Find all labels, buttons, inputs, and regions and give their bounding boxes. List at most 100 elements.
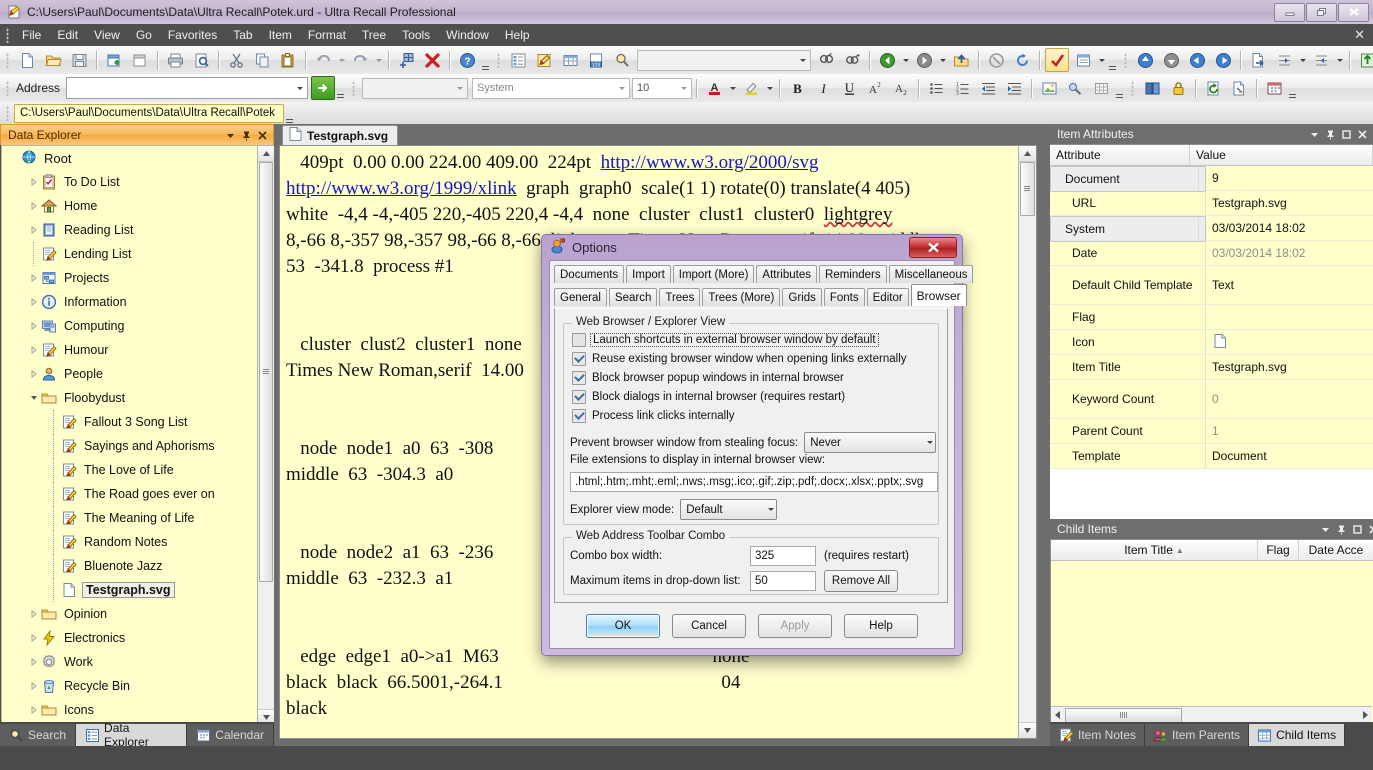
toolbar-overflow-1[interactable] <box>480 48 491 73</box>
menu-tools[interactable]: Tools <box>394 25 438 45</box>
attribute-row[interactable]: Icon <box>1050 330 1373 355</box>
copy-icon[interactable] <box>250 48 274 72</box>
delete-icon[interactable] <box>420 48 444 72</box>
toolbar-grip-2[interactable] <box>495 52 502 68</box>
save-icon[interactable] <box>67 48 91 72</box>
tree-scrollbar[interactable] <box>257 145 275 726</box>
expander-collapsed-icon[interactable] <box>28 338 40 362</box>
expander-collapsed-icon[interactable] <box>28 290 40 314</box>
options-tab-documents[interactable]: Documents <box>554 265 625 283</box>
expander-collapsed-icon[interactable] <box>28 650 40 674</box>
pin-icon[interactable] <box>1323 127 1337 141</box>
child-items-hscrollbar[interactable] <box>1051 706 1372 723</box>
item-attributes-grid[interactable]: Attribute Value DocumentDocType9URLTestg… <box>1050 144 1373 520</box>
insert-item-icon[interactable] <box>394 48 418 72</box>
attribute-row[interactable]: Item Title Testgraph.svg <box>1050 355 1373 380</box>
increase-indent-icon[interactable] <box>1002 76 1026 100</box>
options-tab-trees[interactable]: Trees <box>659 288 701 306</box>
attribute-value[interactable] <box>1206 330 1373 354</box>
forward-icon[interactable] <box>912 48 936 72</box>
close-icon[interactable] <box>1366 522 1373 536</box>
tree-item-to-do-list[interactable]: To Do List <box>2 170 258 194</box>
column-date-accessed[interactable]: Date Acce <box>1299 540 1373 560</box>
attribute-value[interactable]: 03/03/2014 18:02 <box>1206 241 1373 265</box>
column-value[interactable]: Value <box>1190 145 1373 165</box>
expander-collapsed-icon[interactable] <box>28 314 40 338</box>
date-view-icon[interactable]: 123 <box>584 48 608 72</box>
help-icon[interactable]: ? <box>455 48 479 72</box>
tree-item-the-meaning-of-life[interactable]: The Meaning of Life <box>2 506 258 530</box>
attribute-value[interactable]: Testgraph.svg <box>1206 191 1373 215</box>
attribute-row[interactable]: Keyword Count 0 <box>1050 380 1373 419</box>
editor-view-icon[interactable] <box>532 48 556 72</box>
sync-icon[interactable] <box>1201 76 1225 100</box>
tab-item-parents[interactable]: Item Parents <box>1145 724 1250 746</box>
expander-expanded-icon[interactable] <box>28 386 40 410</box>
decrease-indent-icon[interactable] <box>976 76 1000 100</box>
format-grip[interactable] <box>350 80 358 96</box>
go-button[interactable] <box>311 76 336 100</box>
attribute-row[interactable]: Date 03/03/2014 18:02 <box>1050 241 1373 266</box>
tab-search[interactable]: Search <box>0 724 77 746</box>
expander-collapsed-icon[interactable] <box>28 170 40 194</box>
chevron-down-icon[interactable] <box>1318 522 1332 536</box>
combo-width-input[interactable]: 325 <box>750 546 816 566</box>
menu-grip[interactable] <box>4 27 11 43</box>
menu-view[interactable]: View <box>86 25 128 45</box>
tree-item-computing[interactable]: Computing <box>2 314 258 338</box>
options-tab-browser[interactable]: Browser <box>910 284 967 306</box>
column-item-title[interactable]: Item Title ▲ <box>1051 540 1258 560</box>
stop-icon[interactable] <box>984 48 1008 72</box>
forward-dropdown[interactable] <box>937 49 948 71</box>
address-grip[interactable] <box>4 80 11 96</box>
undo-icon[interactable] <box>311 48 335 72</box>
cancel-button[interactable]: Cancel <box>672 614 746 638</box>
attribute-value[interactable] <box>1199 167 1205 191</box>
options-tab-import[interactable]: Import <box>626 265 671 283</box>
tree-item-electronics[interactable]: Electronics <box>2 626 258 650</box>
options-tab-fonts[interactable]: Fonts <box>823 288 865 306</box>
search-toolbar-icon[interactable] <box>610 48 634 72</box>
options-tab-grids[interactable]: Grids <box>782 288 822 306</box>
move-up-icon[interactable] <box>1133 48 1157 72</box>
menu-item[interactable]: Item <box>261 25 300 45</box>
checkbox-row[interactable]: Process link clicks internally <box>572 406 932 425</box>
promote-icon[interactable] <box>1355 48 1373 72</box>
bullet-list-icon[interactable] <box>924 76 948 100</box>
breadcrumb-grip[interactable] <box>4 105 11 121</box>
tab-child-items[interactable]: Child Items <box>1249 724 1346 746</box>
options-tab-import-more[interactable]: Import (More) <box>672 265 755 283</box>
menu-favorites[interactable]: Favorites <box>160 25 225 45</box>
doc-scroll-thumb[interactable] <box>1020 162 1035 216</box>
duplicate-item-icon[interactable] <box>128 48 152 72</box>
tab-data-explorer[interactable]: Data Explorer <box>76 721 188 749</box>
tree-item-icons[interactable]: Icons <box>2 698 258 722</box>
hscroll-left-icon[interactable] <box>1051 708 1065 722</box>
indent-dropdown[interactable] <box>1297 49 1308 71</box>
expander-collapsed-icon[interactable] <box>28 266 40 290</box>
expander-collapsed-icon[interactable] <box>28 626 40 650</box>
menu-window[interactable]: Window <box>438 25 497 45</box>
move-down-icon[interactable] <box>1159 48 1183 72</box>
checkbox-checked-icon[interactable] <box>572 351 586 366</box>
options-tab-reminders[interactable]: Reminders <box>819 265 887 283</box>
chevron-down-icon[interactable] <box>1307 127 1321 141</box>
insert-image-icon[interactable] <box>1037 76 1061 100</box>
extensions-input[interactable]: .html;.htm;.mht;.eml;.nws;.msg;.ico;.gif… <box>570 472 938 492</box>
options-tab-attributes[interactable]: Attributes <box>756 265 817 283</box>
style-combo[interactable] <box>362 77 469 99</box>
checkbox-row[interactable]: Block dialogs in internal browser (requi… <box>572 387 932 406</box>
tree-item-the-love-of-life[interactable]: The Love of Life <box>2 458 258 482</box>
attribute-value[interactable]: 1 <box>1206 419 1373 443</box>
expander-collapsed-icon[interactable] <box>28 674 40 698</box>
attribute-row[interactable]: Parent Count 1 <box>1050 419 1373 444</box>
tree-item-random-notes[interactable]: Random Notes <box>2 530 258 554</box>
options-tab-search[interactable]: Search <box>608 288 658 306</box>
options-tab-miscellaneous[interactable]: Miscellaneous <box>888 265 974 283</box>
doc-scroll-down-icon[interactable] <box>1019 722 1036 738</box>
insert-link-icon[interactable] <box>1063 76 1087 100</box>
tree-scroll-thumb[interactable] <box>259 162 273 582</box>
address-overflow[interactable] <box>335 76 346 101</box>
checkbox-row[interactable]: Block browser popup windows in internal … <box>572 368 932 387</box>
toolbar-grip-3[interactable] <box>1122 52 1129 68</box>
